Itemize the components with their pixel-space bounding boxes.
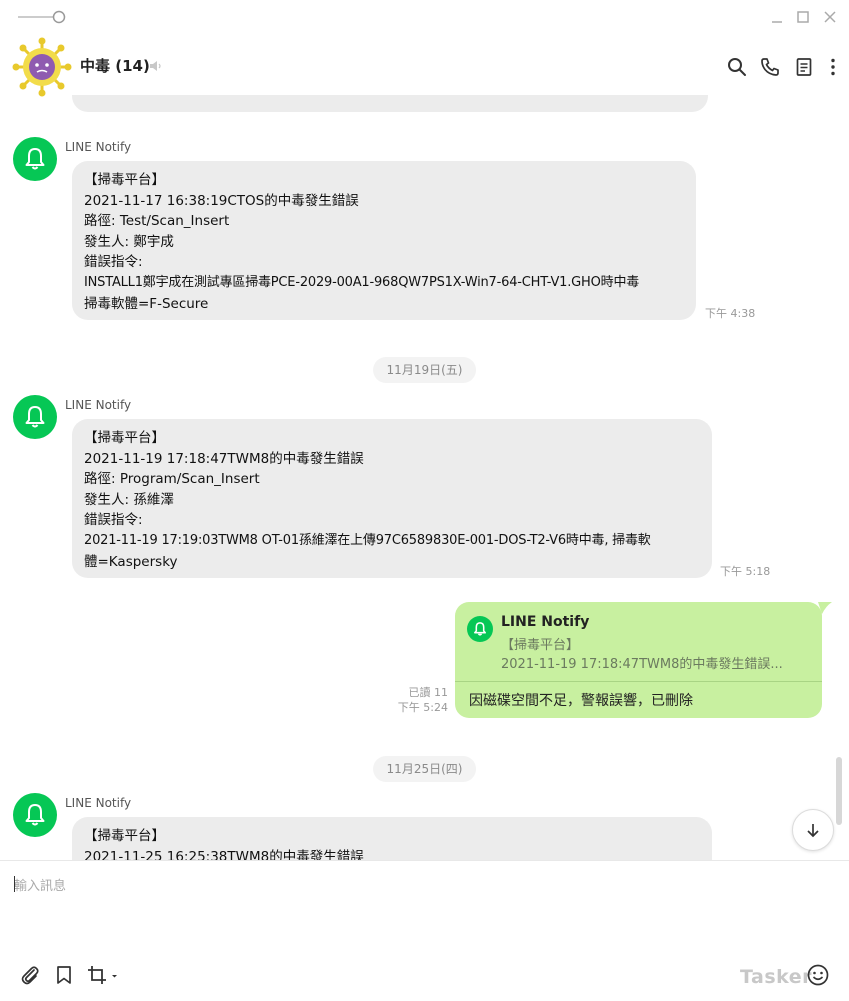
bubble-tail	[818, 602, 832, 614]
date-separator: 11月25日(四)	[372, 756, 477, 782]
message-line: 發生人: 孫維澤	[84, 491, 174, 508]
message-line: 掃毒軟體=F-Secure	[84, 295, 209, 312]
notes-button[interactable]	[793, 56, 815, 78]
message-line: 發生人: 鄭宇成	[84, 233, 174, 250]
quoted-line: 2021-11-19 17:18:47TWM8的中毒發生錯誤...	[501, 657, 783, 672]
minimize-button[interactable]	[768, 8, 786, 26]
message-bubble[interactable]: 【掃毒平台】 2021-11-17 16:38:19CTOS的中毒發生錯誤 路徑…	[72, 161, 696, 320]
more-button[interactable]	[822, 56, 844, 78]
paperclip-icon	[21, 966, 39, 985]
member-count: (14)	[115, 57, 150, 75]
more-vertical-icon	[831, 58, 835, 76]
quote-divider	[455, 681, 822, 682]
read-count: 已讀 11	[408, 686, 449, 699]
window-slider[interactable]	[18, 9, 68, 25]
screenshot-button[interactable]	[86, 963, 120, 987]
search-button[interactable]	[726, 56, 748, 78]
message-time: 下午 5:18	[720, 565, 771, 578]
message-input[interactable]	[14, 875, 814, 935]
reply-text: 因磁碟空間不足，警報誤響，已刪除	[469, 693, 693, 709]
message-bubble[interactable]: 【掃毒平台】 2021-11-19 17:18:47TWM8的中毒發生錯誤 路徑…	[72, 419, 712, 578]
slider-icon	[18, 10, 66, 24]
bell-icon	[25, 148, 45, 170]
quoted-avatar	[467, 616, 493, 642]
message-line: 路徑: Test/Scan_Insert	[84, 213, 230, 230]
chat-history[interactable]: LINE Notify 【掃毒平台】 2021-11-17 16:38:19CT…	[0, 95, 849, 860]
speaker-muted-icon	[150, 61, 161, 71]
message-line: 2021-11-25 16:25:38TWM8的中毒發生錯誤	[84, 848, 364, 860]
quoted-sender: LINE Notify	[501, 614, 590, 630]
virus-avatar-icon	[12, 37, 72, 97]
message-line: 2021-11-19 17:18:47TWM8的中毒發生錯誤	[84, 450, 364, 467]
message-line: 2021-11-19 17:19:03TWM8 OT-01孫維澤在上傳97C65…	[84, 532, 651, 548]
emoji-icon	[807, 964, 829, 986]
bell-icon	[474, 622, 486, 636]
bell-icon	[25, 406, 45, 428]
line-notify-avatar[interactable]	[13, 793, 57, 837]
close-window-button[interactable]	[821, 8, 839, 26]
message-line: 路徑: Program/Scan_Insert	[84, 471, 260, 488]
line-notify-avatar[interactable]	[13, 395, 57, 439]
chat-scrollbar[interactable]	[836, 757, 842, 825]
composer	[0, 860, 849, 1001]
scroll-to-bottom-button[interactable]	[792, 809, 834, 851]
keep-button[interactable]	[52, 963, 76, 987]
reply-time: 下午 5:24	[397, 701, 448, 714]
my-reply-bubble[interactable]: LINE Notify 【掃毒平台】 2021-11-19 17:18:47TW…	[455, 602, 822, 718]
message-line: 體=Kaspersky	[84, 553, 178, 570]
crop-icon	[88, 966, 117, 984]
message-sender: LINE Notify	[65, 398, 132, 412]
maximize-icon	[797, 11, 809, 23]
previous-message-time	[722, 100, 772, 108]
line-notify-avatar[interactable]	[13, 137, 57, 181]
date-separator: 11月19日(五)	[372, 357, 477, 383]
chat-avatar[interactable]	[12, 37, 72, 97]
message-line: 2021-11-17 16:38:19CTOS的中毒發生錯誤	[84, 192, 359, 209]
message-bubble[interactable]: 【掃毒平台】 2021-11-25 16:25:38TWM8的中毒發生錯誤	[72, 817, 712, 860]
message-line: 錯誤指令:	[84, 254, 143, 271]
notes-icon	[796, 58, 812, 76]
chat-name: 中毒	[80, 57, 111, 75]
phone-icon	[761, 58, 779, 76]
message-line: 【掃毒平台】	[84, 172, 165, 188]
mute-indicator	[149, 59, 163, 73]
message-sender: LINE Notify	[65, 140, 132, 154]
minimize-icon	[772, 21, 782, 23]
bell-icon	[25, 804, 45, 826]
chat-title: 中毒 (14)	[80, 55, 150, 76]
watermark-text: Tasker	[740, 966, 813, 988]
search-icon	[728, 58, 746, 76]
read-receipt: 已讀 11 下午 5:24	[380, 685, 448, 715]
text-caret	[14, 876, 15, 892]
message-time: 下午 4:38	[705, 307, 756, 320]
message-sender: LINE Notify	[65, 796, 132, 810]
maximize-button[interactable]	[794, 8, 812, 26]
previous-message-bubble	[72, 95, 708, 112]
attach-file-button[interactable]	[18, 963, 42, 987]
quoted-line: 【掃毒平台】	[501, 638, 580, 653]
message-line: 【掃毒平台】	[84, 430, 165, 446]
bookmark-icon	[57, 966, 71, 984]
message-line: 【掃毒平台】	[84, 828, 165, 844]
message-line: 錯誤指令:	[84, 512, 143, 529]
message-line: INSTALL1鄭宇成在測試專區掃毒PCE-2029-00A1-968QW7PS…	[84, 274, 640, 290]
emoji-button[interactable]	[806, 963, 830, 987]
close-icon	[824, 11, 836, 23]
call-button[interactable]	[759, 56, 781, 78]
arrow-down-icon	[807, 824, 819, 838]
